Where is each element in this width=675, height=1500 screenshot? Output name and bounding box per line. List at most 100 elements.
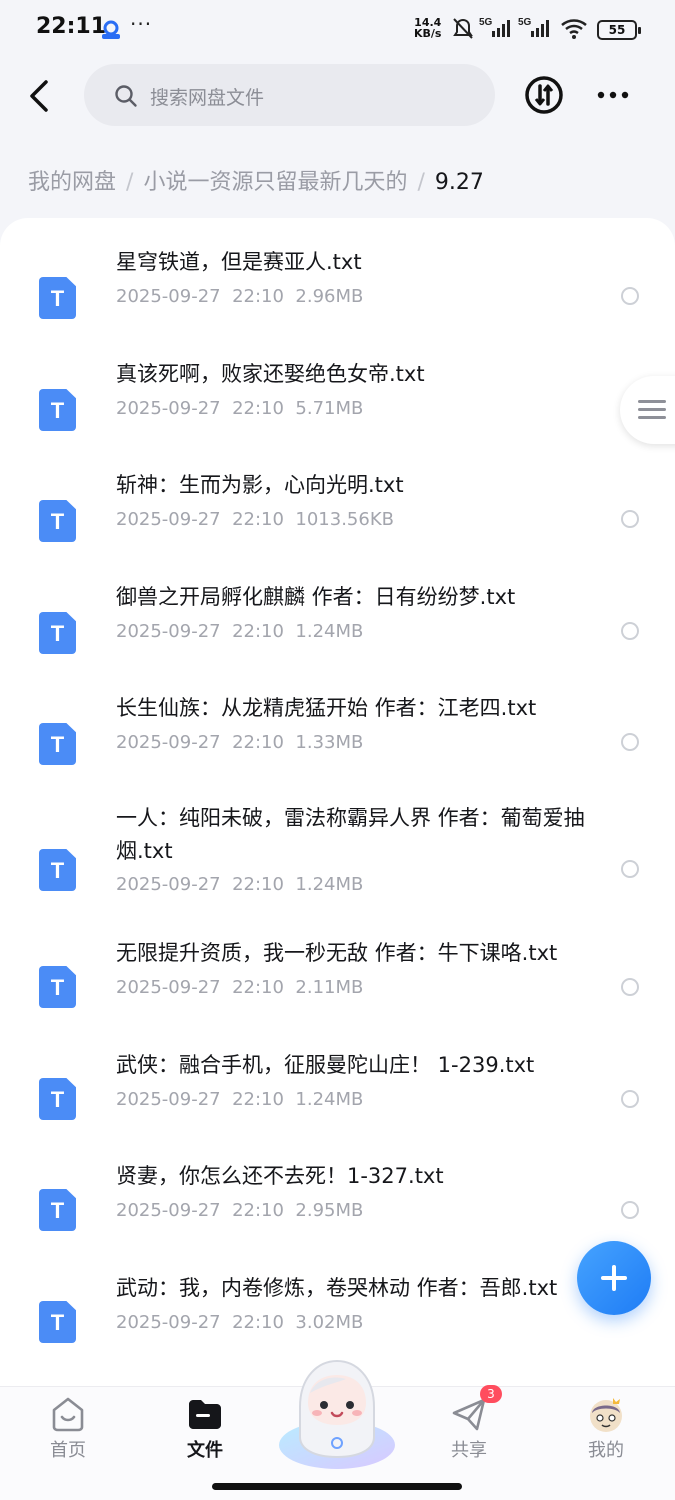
- file-meta: 2025-09-27 22:10 3.02MB: [116, 1312, 363, 1333]
- file-row[interactable]: 星穹铁道，但是赛亚人.txt 2025-09-27 22:10 2.96MB: [0, 240, 675, 350]
- file-name: 武动：我，内卷修炼，卷哭林动 作者：吾郎.txt: [116, 1276, 558, 1300]
- file-size: 1.24MB: [295, 621, 364, 642]
- txt-file-icon: [39, 277, 76, 319]
- file-list: 星穹铁道，但是赛亚人.txt 2025-09-27 22:10 2.96MB 真…: [0, 218, 675, 1388]
- file-meta: 2025-09-27 22:10 1.24MB: [116, 621, 363, 642]
- back-button[interactable]: [20, 74, 60, 118]
- file-row[interactable]: 一人：纯阳未破，雷法称霸异人界 作者：葡萄爱抽烟.txt 2025-09-27 …: [0, 798, 675, 938]
- file-date: 2025-09-27: [116, 874, 221, 895]
- bottom-nav: 首页 文件 3 共享 我的: [0, 1359, 675, 1500]
- file-size: 1013.56KB: [295, 509, 394, 530]
- select-checkbox[interactable]: [621, 1201, 639, 1219]
- tab-mine-label: 我的: [588, 1440, 624, 1461]
- menu-line-icon: [638, 408, 666, 411]
- ai-assistant-mascot[interactable]: [276, 1353, 398, 1471]
- txt-file-icon: [39, 389, 76, 431]
- file-size: 1.24MB: [295, 874, 364, 895]
- tab-files-label: 文件: [187, 1440, 223, 1461]
- signal-bars-1-icon: [492, 20, 510, 37]
- more-dots-icon: [597, 91, 629, 99]
- transfer-button[interactable]: [524, 75, 564, 115]
- select-checkbox[interactable]: [621, 978, 639, 996]
- tab-mine[interactable]: 我的: [551, 1387, 661, 1477]
- tab-share-label: 共享: [451, 1440, 487, 1461]
- signal-bars-2-icon: [531, 20, 549, 37]
- tab-files[interactable]: 文件: [150, 1387, 260, 1477]
- wifi-icon: [561, 19, 587, 35]
- file-meta: 2025-09-27 22:10 1.24MB: [116, 874, 363, 895]
- chevron-left-icon: [30, 80, 48, 112]
- home-icon: [52, 1397, 84, 1432]
- file-meta: 2025-09-27 22:10 2.95MB: [116, 1200, 363, 1221]
- txt-file-icon: [39, 500, 76, 542]
- file-time: 22:10: [232, 286, 284, 307]
- file-size: 2.96MB: [295, 286, 364, 307]
- status-bar: 22:11 ··· 14.4 KB/s 5G 5G 55: [0, 0, 675, 58]
- signal-label-2: 5G: [518, 17, 532, 28]
- file-size: 2.11MB: [295, 977, 364, 998]
- file-name: 武侠：融合手机，征服曼陀山庄！ 1-239.txt: [116, 1053, 535, 1077]
- file-time: 22:10: [232, 732, 284, 753]
- breadcrumb-root[interactable]: 我的网盘: [28, 170, 116, 195]
- add-button[interactable]: [577, 1241, 651, 1315]
- file-time: 22:10: [232, 398, 284, 419]
- file-row[interactable]: 武侠：融合手机，征服曼陀山庄！ 1-239.txt 2025-09-27 22:…: [0, 1048, 675, 1158]
- network-speed: 14.4 KB/s: [414, 17, 441, 39]
- file-meta: 2025-09-27 22:10 5.71MB: [116, 398, 363, 419]
- select-checkbox[interactable]: [621, 287, 639, 305]
- file-date: 2025-09-27: [116, 286, 221, 307]
- file-name: 斩神：生而为影，心向光明.txt: [116, 473, 404, 497]
- select-checkbox[interactable]: [621, 860, 639, 878]
- file-row[interactable]: 御兽之开局孵化麒麟 作者：日有纷纷梦.txt 2025-09-27 22:10 …: [0, 575, 675, 685]
- file-row[interactable]: 贤妻，你怎么还不去死！1-327.txt 2025-09-27 22:10 2.…: [0, 1159, 675, 1269]
- breadcrumb-current: 9.27: [434, 170, 484, 195]
- txt-file-icon: [39, 612, 76, 654]
- file-size: 2.95MB: [295, 1200, 364, 1221]
- home-indicator: [212, 1483, 462, 1490]
- txt-file-icon: [39, 1078, 76, 1120]
- transfer-arrows-icon: [525, 76, 563, 114]
- search-icon: [115, 85, 137, 107]
- file-time: 22:10: [232, 509, 284, 530]
- app-notification-icon: [102, 20, 120, 39]
- tab-share[interactable]: 3 共享: [414, 1385, 524, 1477]
- status-icons: 5G 5G: [453, 17, 587, 39]
- file-time: 22:10: [232, 977, 284, 998]
- file-date: 2025-09-27: [116, 732, 221, 753]
- battery-indicator: 55: [597, 20, 641, 40]
- file-name: 星穹铁道，但是赛亚人.txt: [116, 250, 362, 274]
- file-name: 真该死啊，败家还娶绝色女帝.txt: [116, 362, 425, 386]
- txt-file-icon: [39, 966, 76, 1008]
- file-size: 3.02MB: [295, 1312, 364, 1333]
- breadcrumb: 我的网盘 / 小说一资源只留最新几天的 / 9.27: [28, 164, 484, 196]
- breadcrumb-separator: /: [126, 170, 134, 195]
- folder-icon: [189, 1400, 221, 1429]
- file-row[interactable]: 长生仙族：从龙精虎猛开始 作者：江老四.txt 2025-09-27 22:10…: [0, 686, 675, 796]
- select-checkbox[interactable]: [621, 510, 639, 528]
- file-date: 2025-09-27: [116, 621, 221, 642]
- select-checkbox[interactable]: [621, 622, 639, 640]
- file-row[interactable]: 真该死啊，败家还娶绝色女帝.txt 2025-09-27 22:10 5.71M…: [0, 352, 675, 462]
- file-date: 2025-09-27: [116, 398, 221, 419]
- menu-line-icon: [638, 416, 666, 419]
- file-time: 22:10: [232, 1200, 284, 1221]
- search-input[interactable]: 搜索网盘文件: [84, 64, 495, 126]
- file-date: 2025-09-27: [116, 1089, 221, 1110]
- file-row[interactable]: 无限提升资质，我一秒无敌 作者：牛下课咯.txt 2025-09-27 22:1…: [0, 936, 675, 1046]
- file-date: 2025-09-27: [116, 977, 221, 998]
- txt-file-icon: [39, 849, 76, 891]
- breadcrumb-separator: /: [417, 170, 425, 195]
- file-time: 22:10: [232, 1312, 284, 1333]
- select-checkbox[interactable]: [621, 733, 639, 751]
- file-row[interactable]: 斩神：生而为影，心向光明.txt 2025-09-27 22:10 1013.5…: [0, 463, 675, 573]
- txt-file-icon: [39, 1189, 76, 1231]
- file-date: 2025-09-27: [116, 1312, 221, 1333]
- select-checkbox[interactable]: [621, 1090, 639, 1108]
- file-name: 无限提升资质，我一秒无敌 作者：牛下课咯.txt: [116, 941, 558, 965]
- tab-home[interactable]: 首页: [13, 1387, 123, 1477]
- file-meta: 2025-09-27 22:10 2.11MB: [116, 977, 363, 998]
- mute-bell-icon: [453, 18, 473, 39]
- breadcrumb-folder[interactable]: 小说一资源只留最新几天的: [143, 170, 407, 195]
- status-time: 22:11: [36, 14, 107, 39]
- more-options-button[interactable]: [595, 84, 631, 106]
